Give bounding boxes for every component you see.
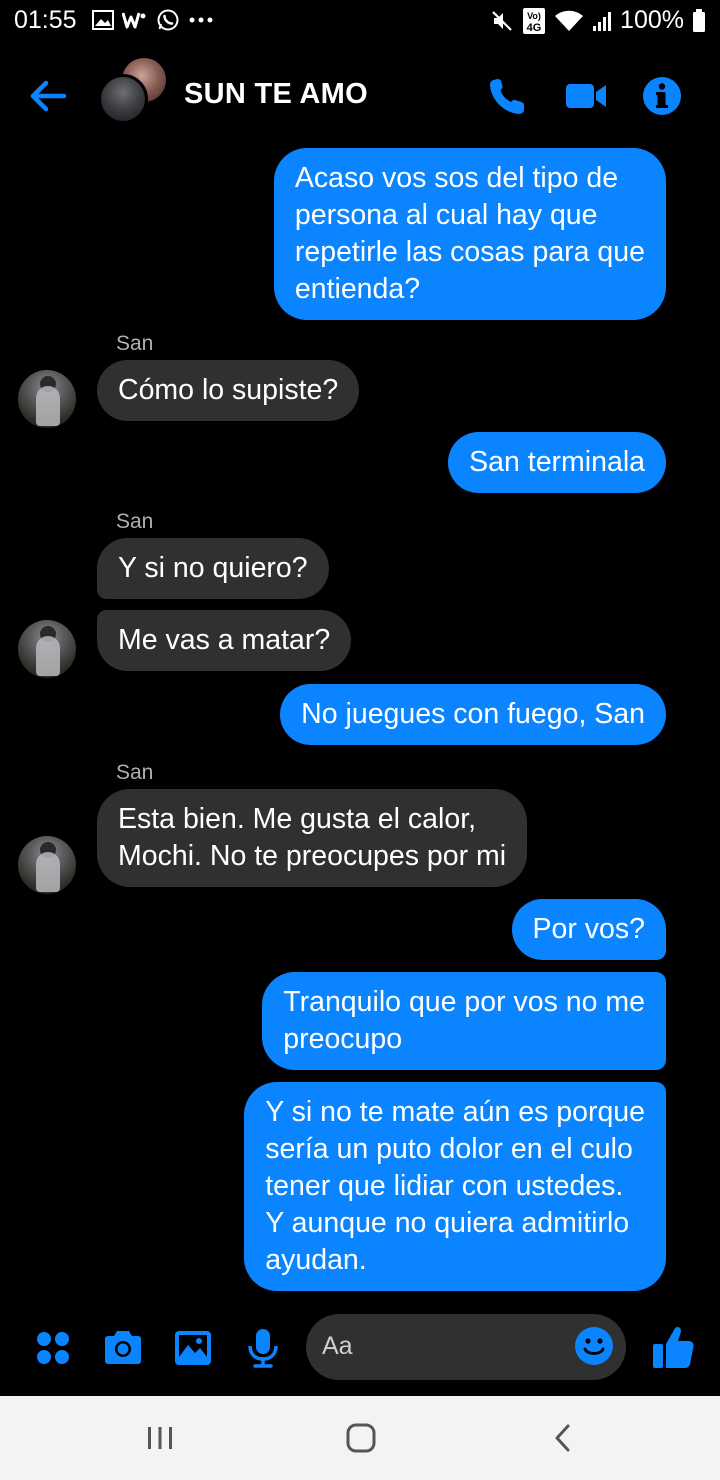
sender-name: San [116, 332, 154, 355]
message-received[interactable]: Esta bien. Me gusta el calor, Mochi. No … [97, 789, 528, 887]
message-sent[interactable]: San terminala [448, 432, 666, 493]
conversation-header: SUN TE AMO [0, 44, 720, 144]
message-sent[interactable]: Y si no te mate aún es porque sería un p… [244, 1082, 666, 1291]
image-icon[interactable] [171, 1326, 215, 1370]
conversation-title[interactable]: SUN TE AMO [184, 78, 368, 111]
apps-grid-icon[interactable] [31, 1326, 75, 1370]
battery-percent: 100% [620, 6, 684, 34]
message-received[interactable]: Y si no quiero? [97, 538, 329, 599]
microphone-icon[interactable] [241, 1326, 285, 1370]
message-input[interactable]: Aa [306, 1314, 626, 1380]
mute-icon [492, 10, 512, 31]
message-sent[interactable]: Por vos? [511, 899, 666, 960]
video-camera-icon[interactable] [564, 74, 608, 118]
gallery-icon [92, 10, 114, 30]
message-composer: Aa [0, 1310, 720, 1396]
message-input-placeholder: Aa [322, 1332, 353, 1360]
avatar-primary [98, 74, 148, 124]
back-arrow-icon[interactable] [26, 74, 70, 118]
group-avatar[interactable] [98, 58, 170, 130]
system-navigation-bar [0, 1396, 720, 1480]
recent-apps-icon[interactable] [142, 1420, 178, 1456]
sender-name: San [116, 761, 154, 784]
message-received[interactable]: Cómo lo supiste? [97, 360, 360, 421]
network-badge-top: Vo) [527, 11, 541, 21]
emoji-icon[interactable] [574, 1326, 614, 1366]
w-app-icon [122, 12, 146, 29]
phone-icon[interactable] [486, 74, 530, 118]
home-icon[interactable] [343, 1420, 379, 1456]
thumbs-up-icon[interactable] [650, 1322, 696, 1372]
info-icon[interactable] [640, 74, 684, 118]
wifi-icon [555, 10, 584, 31]
camera-icon[interactable] [101, 1326, 145, 1370]
status-time: 01:55 [14, 6, 77, 34]
message-sent[interactable]: Tranquilo que por vos no me preocupo [262, 972, 666, 1070]
whatsapp-icon [157, 9, 179, 31]
signal-icon [593, 11, 612, 31]
message-sent[interactable]: No juegues con fuego, San [280, 684, 666, 745]
message-received[interactable]: Me vas a matar? [97, 610, 352, 671]
message-sent[interactable]: Acaso vos sos del tipo de persona al cua… [273, 148, 666, 320]
contact-avatar[interactable] [18, 620, 76, 678]
network-badge-bottom: 4G [527, 22, 542, 34]
volte-4g-icon: Vo) 4G [523, 7, 546, 34]
contact-avatar[interactable] [18, 370, 76, 428]
back-nav-icon[interactable] [546, 1420, 582, 1456]
more-dots-icon [189, 17, 213, 23]
battery-icon [693, 8, 705, 32]
status-bar: 01:55 Vo) 4G 100% [0, 0, 720, 44]
sender-name: San [116, 510, 154, 533]
contact-avatar[interactable] [18, 836, 76, 894]
